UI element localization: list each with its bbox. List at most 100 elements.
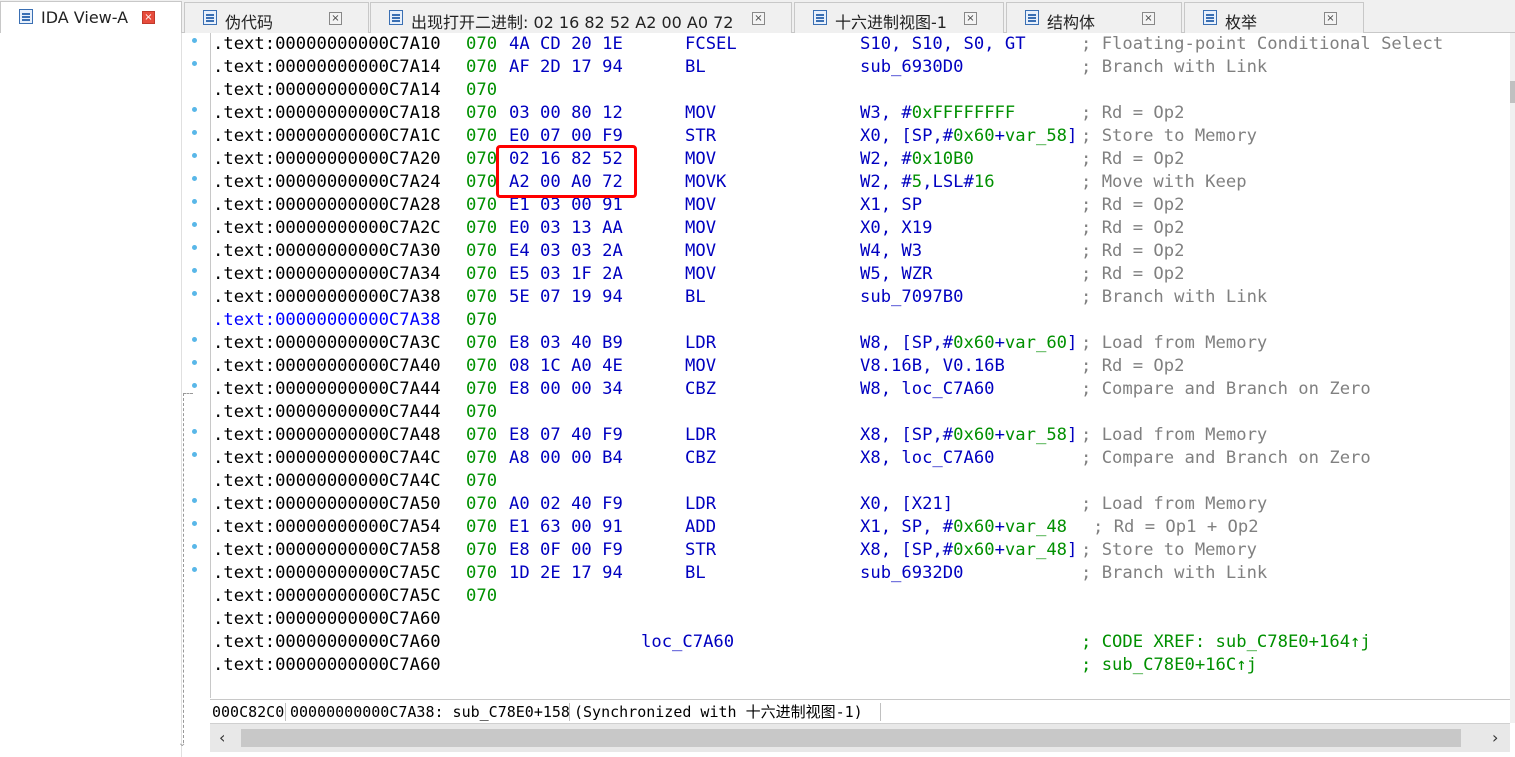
line-segment-tag: 070 <box>466 172 498 192</box>
listing-line[interactable]: .text:00000000000C7A3C 070 E8 03 40 B9 LDR W… <box>211 332 1511 355</box>
listing-line[interactable]: .text:00000000000C7A40 070 08 1C A0 4E MOV V… <box>211 355 1511 378</box>
line-marker-dot[interactable] <box>192 268 197 273</box>
listing-line[interactable]: .text:00000000000C7A50 070 A0 02 40 F9 LDR X… <box>211 493 1511 516</box>
listing-line[interactable]: .text:00000000000C7A60 loc_C7A60 ; CODE XR… <box>211 631 1511 654</box>
vertical-scroll-thumb[interactable] <box>1510 81 1515 103</box>
line-marker-dot[interactable] <box>192 130 197 135</box>
structures-icon <box>1025 10 1039 25</box>
operands[interactable]: sub_7097B0 <box>860 286 963 309</box>
tab-5[interactable]: 枚举 × <box>1184 2 1364 33</box>
stack-var[interactable]: var_48 <box>1005 517 1067 537</box>
close-tab-icon[interactable]: × <box>1142 12 1155 25</box>
listing-line[interactable]: .text:00000000000C7A44 070 <box>211 401 1511 424</box>
listing-line[interactable]: .text:00000000000C7A38 070 <box>211 309 1511 332</box>
listing-line[interactable]: .text:00000000000C7A4C 070 <box>211 470 1511 493</box>
operands[interactable]: W2, #5,LSL#16 <box>860 171 995 194</box>
listing-line[interactable]: .text:00000000000C7A10 070 4A CD 20 1E FCSE… <box>211 33 1511 56</box>
line-marker-dot[interactable] <box>192 360 197 365</box>
listing-line[interactable]: .text:00000000000C7A4C 070 A8 00 00 B4 CBZ X… <box>211 447 1511 470</box>
line-marker-dot[interactable] <box>192 176 197 181</box>
vertical-scrollbar[interactable] <box>1510 33 1515 723</box>
line-marker-dot[interactable] <box>192 544 197 549</box>
operands[interactable]: X0, [X21] <box>860 493 953 516</box>
close-tab-icon[interactable]: × <box>142 11 155 24</box>
line-marker-dot[interactable] <box>192 429 197 434</box>
stack-var[interactable]: var_58 <box>1005 126 1067 146</box>
listing-line[interactable]: .text:00000000000C7A58 070 E8 0F 00 F9 STR X… <box>211 539 1511 562</box>
close-tab-icon[interactable]: × <box>329 12 342 25</box>
operands[interactable]: W8, loc_C7A60 <box>860 378 995 401</box>
tab-2[interactable]: 出现打开二进制: 02 16 82 52 A2 00 A0 72 × <box>370 2 792 33</box>
listing-line[interactable]: .text:00000000000C7A1C 070 E0 07 00 F9 STR X… <box>211 125 1511 148</box>
listing-line[interactable]: .text:00000000000C7A24 070 A2 00 A0 72 MOVK… <box>211 171 1511 194</box>
tab-0[interactable]: IDA View-A × <box>0 1 182 33</box>
listing-line[interactable]: .text:00000000000C7A18 070 03 00 80 12 MOV W… <box>211 102 1511 125</box>
close-tab-icon[interactable]: × <box>1324 12 1337 25</box>
stack-var[interactable]: var_48 <box>1005 540 1067 560</box>
line-marker-dot[interactable] <box>192 383 197 388</box>
listing-line[interactable]: .text:00000000000C7A38 070 5E 07 19 94 BL su… <box>211 286 1511 309</box>
operands[interactable]: X1, SP <box>860 194 922 217</box>
line-address: .text:00000000000C7A44 <box>213 402 441 422</box>
operands[interactable]: X8, loc_C7A60 <box>860 447 995 470</box>
listing-line[interactable]: .text:00000000000C7A14 070 AF 2D 17 94 BL su… <box>211 56 1511 79</box>
horizontal-scrollbar[interactable]: ‹ › <box>210 723 1510 752</box>
listing-line[interactable]: .text:00000000000C7A28 070 E1 03 00 91 MOV X… <box>211 194 1511 217</box>
tab-1[interactable]: 伪代码 × <box>184 2 369 33</box>
operands[interactable]: W4, W3 <box>860 240 922 263</box>
operands[interactable]: X1, SP, #0x60+var_48 <box>860 516 1067 539</box>
disassembly-listing[interactable]: .text:00000000000C7A10 070 4A CD 20 1E FCSE… <box>210 33 1511 698</box>
code-label[interactable]: loc_C7A60 <box>641 631 734 654</box>
listing-line[interactable]: .text:00000000000C7A60 <box>211 608 1511 631</box>
listing-line[interactable]: .text:00000000000C7A20 070 02 16 82 52 MOV W… <box>211 148 1511 171</box>
listing-line[interactable]: .text:00000000000C7A60 ; sub_C78E0+16C↑j <box>211 654 1511 677</box>
operands[interactable]: X0, X19 <box>860 217 932 240</box>
line-marker-dot[interactable] <box>192 337 197 342</box>
operands[interactable]: S10, S10, S0, GT <box>860 33 1026 56</box>
flow-arrow-line <box>183 393 185 743</box>
tab-3[interactable]: 十六进制视图-1 × <box>794 2 1004 33</box>
stack-var[interactable]: var_58 <box>1005 425 1067 445</box>
mnemonic: BL <box>685 57 706 77</box>
close-tab-icon[interactable]: × <box>964 12 977 25</box>
listing-line[interactable]: .text:00000000000C7A14 070 <box>211 79 1511 102</box>
operands[interactable]: W2, #0x10B0 <box>860 148 974 171</box>
listing-line[interactable]: .text:00000000000C7A5C 070 <box>211 585 1511 608</box>
line-marker-dot[interactable] <box>192 245 197 250</box>
tab-label: 出现打开二进制: 02 16 82 52 A2 00 A0 72 <box>411 13 734 32</box>
listing-line[interactable]: .text:00000000000C7A54 070 E1 63 00 91 ADD X… <box>211 516 1511 539</box>
line-marker-dot[interactable] <box>192 199 197 204</box>
line-marker-dot[interactable] <box>192 452 197 457</box>
operands[interactable]: W3, #0xFFFFFFFF <box>860 102 1015 125</box>
line-marker-dot[interactable] <box>192 222 197 227</box>
line-marker-dot[interactable] <box>192 521 197 526</box>
scroll-right-arrow-icon[interactable]: › <box>1492 728 1498 747</box>
listing-line[interactable]: .text:00000000000C7A5C 070 1D 2E 17 94 BL su… <box>211 562 1511 585</box>
line-marker-dot[interactable] <box>192 61 197 66</box>
tab-4[interactable]: 结构体 × <box>1006 2 1182 33</box>
line-marker-dot[interactable] <box>192 153 197 158</box>
operands[interactable]: W5, WZR <box>860 263 932 286</box>
listing-line[interactable]: .text:00000000000C7A2C 070 E0 03 13 AA MOV X… <box>211 217 1511 240</box>
operands[interactable]: sub_6932D0 <box>860 562 963 585</box>
line-comment: ; Branch with Link <box>1081 563 1268 583</box>
operands[interactable]: V8.16B, V0.16B <box>860 355 1005 378</box>
listing-line[interactable]: .text:00000000000C7A44 070 E8 00 00 34 CBZ W… <box>211 378 1511 401</box>
horizontal-scroll-thumb[interactable] <box>241 729 1461 747</box>
stack-var[interactable]: var_60 <box>1005 333 1067 353</box>
operands[interactable]: X8, [SP,#0x60+var_48] <box>860 539 1077 562</box>
operands[interactable]: W8, [SP,#0x60+var_60] <box>860 332 1077 355</box>
line-marker-dot[interactable] <box>192 38 197 43</box>
close-tab-icon[interactable]: × <box>752 12 765 25</box>
line-marker-dot[interactable] <box>192 291 197 296</box>
operands[interactable]: X0, [SP,#0x60+var_58] <box>860 125 1077 148</box>
listing-line[interactable]: .text:00000000000C7A30 070 E4 03 03 2A MOV W… <box>211 240 1511 263</box>
line-marker-dot[interactable] <box>192 567 197 572</box>
listing-line[interactable]: .text:00000000000C7A48 070 E8 07 40 F9 LDR X… <box>211 424 1511 447</box>
operands[interactable]: X8, [SP,#0x60+var_58] <box>860 424 1077 447</box>
scroll-left-arrow-icon[interactable]: ‹ <box>219 728 225 747</box>
listing-line[interactable]: .text:00000000000C7A34 070 E5 03 1F 2A MOV W… <box>211 263 1511 286</box>
line-marker-dot[interactable] <box>192 498 197 503</box>
operands[interactable]: sub_6930D0 <box>860 56 963 79</box>
line-marker-dot[interactable] <box>192 107 197 112</box>
